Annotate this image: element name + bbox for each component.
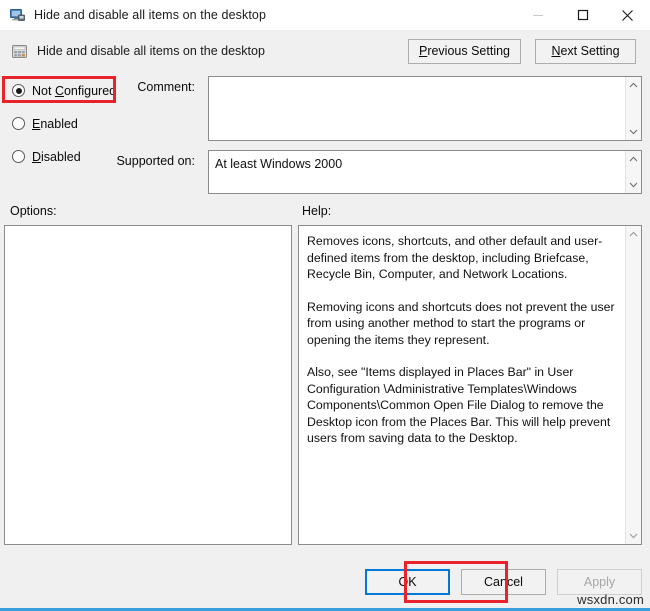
close-icon[interactable] — [605, 0, 650, 30]
comment-label: Comment: — [137, 80, 195, 94]
radio-enabled[interactable]: Enabled — [12, 112, 132, 135]
chevron-down-icon[interactable] — [627, 530, 641, 542]
comment-scrollbar[interactable] — [625, 77, 641, 140]
help-label: Help: — [302, 204, 332, 218]
radio-indicator-enabled[interactable] — [12, 117, 25, 130]
setting-form-area: Not Configured Enabled Disabled Comment: — [0, 71, 650, 199]
options-label: Options: — [10, 204, 57, 218]
help-paragraph: Removes icons, shortcuts, and other defa… — [307, 234, 603, 281]
chevron-up-icon[interactable] — [627, 228, 641, 240]
chevron-down-icon[interactable] — [627, 126, 641, 138]
radio-label-not-configured: Not Configured — [32, 83, 117, 98]
radio-indicator-not-configured[interactable] — [12, 84, 25, 97]
computer-policy-icon — [9, 7, 26, 24]
setting-nav-buttons: Previous Setting Next Setting — [407, 38, 636, 64]
title-bar: Hide and disable all items on the deskto… — [0, 0, 650, 31]
radio-label-enabled: Enabled — [32, 116, 78, 131]
radio-indicator-disabled[interactable] — [12, 150, 25, 163]
minimize-icon[interactable] — [515, 0, 560, 30]
watermark: wsxdn.com — [577, 592, 644, 607]
previous-setting-button[interactable]: Previous Setting — [407, 38, 521, 64]
dialog-footer: OK Cancel Apply wsxdn.com — [0, 555, 650, 611]
setting-header: Hide and disable all items on the deskto… — [0, 31, 650, 71]
panels-area: Removes icons, shortcuts, and other defa… — [0, 225, 650, 555]
maximize-icon[interactable] — [560, 0, 605, 30]
options-content — [5, 226, 291, 544]
window-controls — [515, 0, 650, 30]
supported-on-field[interactable]: At least Windows 2000 — [208, 150, 642, 194]
policy-setting-icon — [11, 43, 28, 60]
supported-on-label: Supported on: — [116, 154, 195, 168]
radio-label-disabled: Disabled — [32, 149, 81, 164]
help-panel[interactable]: Removes icons, shortcuts, and other defa… — [298, 225, 642, 545]
cancel-button[interactable]: Cancel — [461, 569, 546, 595]
comment-field[interactable] — [208, 76, 642, 141]
options-panel[interactable] — [4, 225, 292, 545]
setting-title: Hide and disable all items on the deskto… — [37, 44, 265, 58]
ok-button[interactable]: OK — [365, 569, 450, 595]
window-title: Hide and disable all items on the deskto… — [34, 8, 267, 22]
help-paragraph: Removing icons and shortcuts does not pr… — [307, 299, 615, 347]
help-scrollbar[interactable] — [625, 226, 641, 544]
panel-labels-row: Options: Help: — [0, 199, 650, 225]
chevron-up-icon[interactable] — [627, 79, 641, 91]
chevron-up-icon[interactable] — [627, 153, 641, 165]
next-setting-button[interactable]: Next Setting — [535, 38, 636, 64]
help-text-content: Removes icons, shortcuts, and other defa… — [299, 226, 625, 544]
group-policy-setting-dialog: Hide and disable all items on the deskto… — [0, 0, 650, 611]
help-paragraph: Also, see "Items displayed in Places Bar… — [307, 365, 611, 445]
supported-on-scrollbar[interactable] — [625, 151, 641, 193]
supported-on-value: At least Windows 2000 — [215, 157, 343, 171]
comment-value[interactable] — [209, 77, 625, 140]
chevron-down-icon[interactable] — [627, 179, 641, 191]
